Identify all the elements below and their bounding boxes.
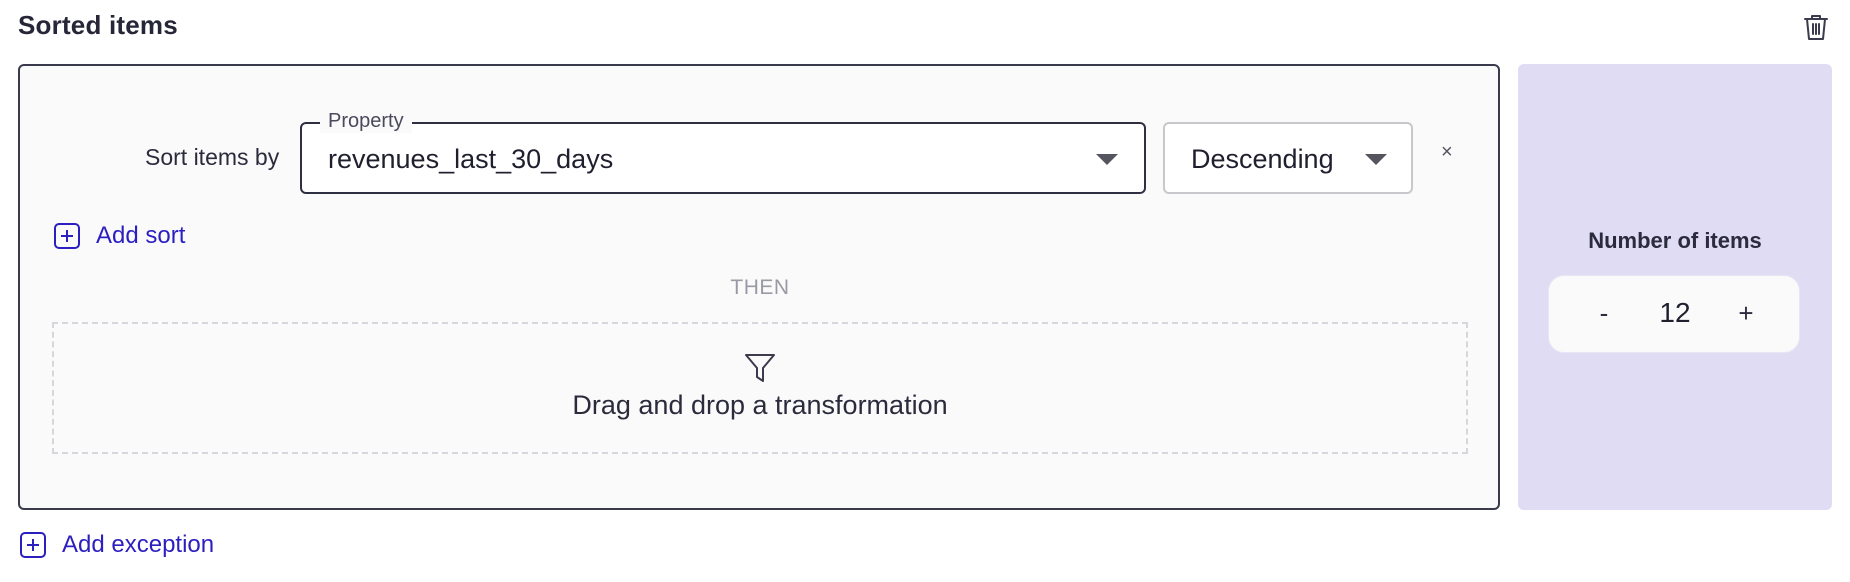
quantity-stepper: - 12 +	[1548, 275, 1800, 353]
plus-square-icon	[54, 223, 80, 249]
remove-sort-button[interactable]: ×	[1441, 140, 1453, 164]
sort-items-by-label: Sort items by	[145, 144, 280, 170]
add-exception-button[interactable]: Add exception	[20, 531, 214, 559]
funnel-icon	[744, 352, 776, 384]
quantity-value[interactable]: 12	[1629, 296, 1721, 330]
number-of-items-panel: Number of items - 12 +	[1518, 64, 1832, 510]
property-select[interactable]: Property revenues_last_30_days	[300, 109, 1146, 194]
increment-button[interactable]: +	[1731, 298, 1761, 328]
plus-square-icon	[20, 532, 46, 558]
drop-zone-text: Drag and drop a transformation	[572, 390, 948, 420]
chevron-down-icon	[1365, 154, 1387, 165]
number-of-items-label: Number of items	[1588, 228, 1762, 253]
then-label: THEN	[730, 276, 790, 299]
chevron-down-icon	[1096, 154, 1118, 165]
add-sort-button[interactable]: Add sort	[54, 222, 185, 250]
transformation-drop-zone[interactable]: Drag and drop a transformation	[52, 322, 1468, 454]
sort-order-value: Descending	[1191, 144, 1334, 174]
sort-order-select[interactable]: Descending	[1163, 122, 1413, 194]
trash-icon[interactable]	[1802, 12, 1830, 42]
add-exception-label: Add exception	[62, 531, 215, 558]
decrement-button[interactable]: -	[1589, 298, 1619, 328]
property-value: revenues_last_30_days	[328, 144, 614, 174]
add-sort-label: Add sort	[96, 222, 186, 249]
property-legend: Property	[320, 109, 412, 133]
section-title: Sorted items	[18, 10, 178, 40]
